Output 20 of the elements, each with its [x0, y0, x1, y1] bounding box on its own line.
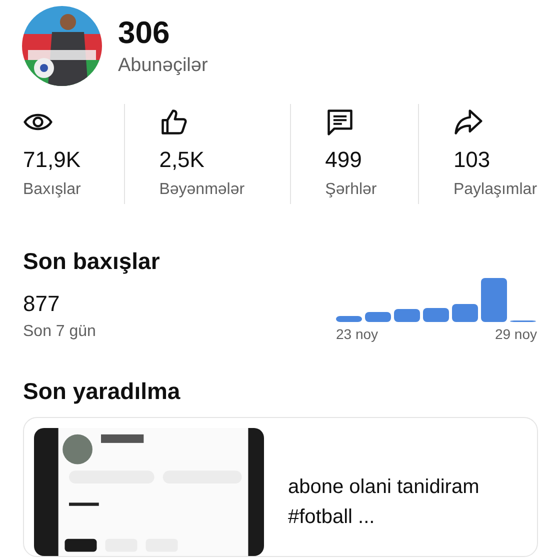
- subscriber-count: 306: [118, 15, 171, 51]
- stat-value: 499: [325, 147, 362, 173]
- stat-label: Paylaşımlar: [453, 181, 538, 199]
- stat-label: Bəyənmələr: [159, 181, 245, 199]
- period-label: Son 7 gün: [23, 323, 96, 341]
- stat-label: Şərhlər: [325, 181, 377, 199]
- section-title: Son yaradılma: [23, 378, 180, 405]
- stat-value: 103: [453, 147, 490, 173]
- stat-value: 71,9K: [23, 147, 80, 173]
- comment-icon: [325, 107, 356, 137]
- thumbs-up-icon: [159, 107, 190, 137]
- axis-label: 23 noy: [336, 326, 378, 342]
- section-title: Son baxışlar: [23, 248, 160, 275]
- stat-value: 2,5K: [159, 147, 204, 173]
- video-title: abone olani tanidiram #fotball ...: [288, 475, 480, 530]
- subscriber-label: Abunəçilər: [118, 55, 208, 77]
- share-arrow-icon: [453, 107, 484, 137]
- stat-label: Baxışlar: [23, 181, 81, 199]
- axis-label: 29 noy: [494, 326, 537, 342]
- view-count: 877: [23, 291, 61, 317]
